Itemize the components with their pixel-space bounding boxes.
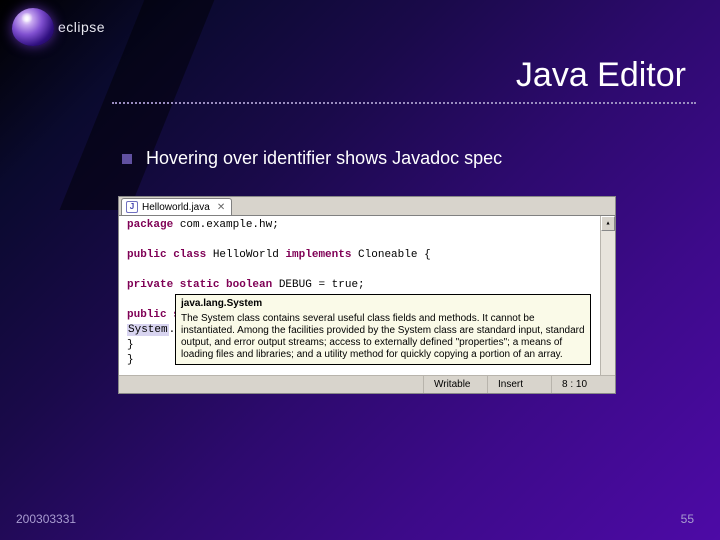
close-icon[interactable]: ✕	[217, 202, 225, 213]
scroll-up-icon[interactable]: ▴	[601, 216, 615, 231]
code-text: DEBUG = true;	[272, 279, 364, 291]
code-kw: package	[127, 219, 173, 231]
scrollbar[interactable]: ▴	[600, 216, 615, 375]
code-text: com.example.hw;	[173, 219, 279, 231]
page-number: 55	[681, 512, 694, 526]
hover-identifier[interactable]: System	[127, 324, 169, 336]
code-text: Cloneable {	[351, 249, 430, 261]
java-file-icon: J	[126, 201, 138, 213]
status-position: 8 : 10	[551, 376, 615, 393]
code-kw: private static boolean	[127, 279, 272, 291]
logo-text: eclipse	[58, 19, 105, 35]
status-bar: Writable Insert 8 : 10	[119, 375, 615, 393]
bullet-row: Hovering over identifier shows Javadoc s…	[122, 148, 502, 169]
slide-title: Java Editor	[516, 56, 686, 95]
bullet-icon	[122, 154, 132, 164]
bullet-text: Hovering over identifier shows Javadoc s…	[146, 148, 502, 169]
code-kw: implements	[285, 249, 351, 261]
tooltip-title: java.lang.System	[181, 298, 585, 310]
status-insert: Insert	[487, 376, 551, 393]
eclipse-logo: eclipse	[12, 8, 105, 46]
code-text: HelloWorld	[206, 249, 285, 261]
code-kw: public class	[127, 249, 206, 261]
javadoc-tooltip: java.lang.System The System class contai…	[175, 294, 591, 365]
footer-id: 200303331	[16, 512, 76, 526]
editor-tabbar: J Helloworld.java ✕	[119, 197, 615, 215]
eclipse-orb-icon	[12, 8, 54, 46]
tab-label: Helloworld.java	[142, 202, 210, 213]
tooltip-body: The System class contains several useful…	[181, 313, 585, 361]
editor-tab[interactable]: J Helloworld.java ✕	[121, 198, 232, 215]
divider	[112, 102, 696, 104]
editor-body[interactable]: ▴ package com.example.hw; public class H…	[119, 215, 615, 375]
status-writable: Writable	[423, 376, 487, 393]
java-editor-window: J Helloworld.java ✕ ▴ package com.exampl…	[118, 196, 616, 394]
